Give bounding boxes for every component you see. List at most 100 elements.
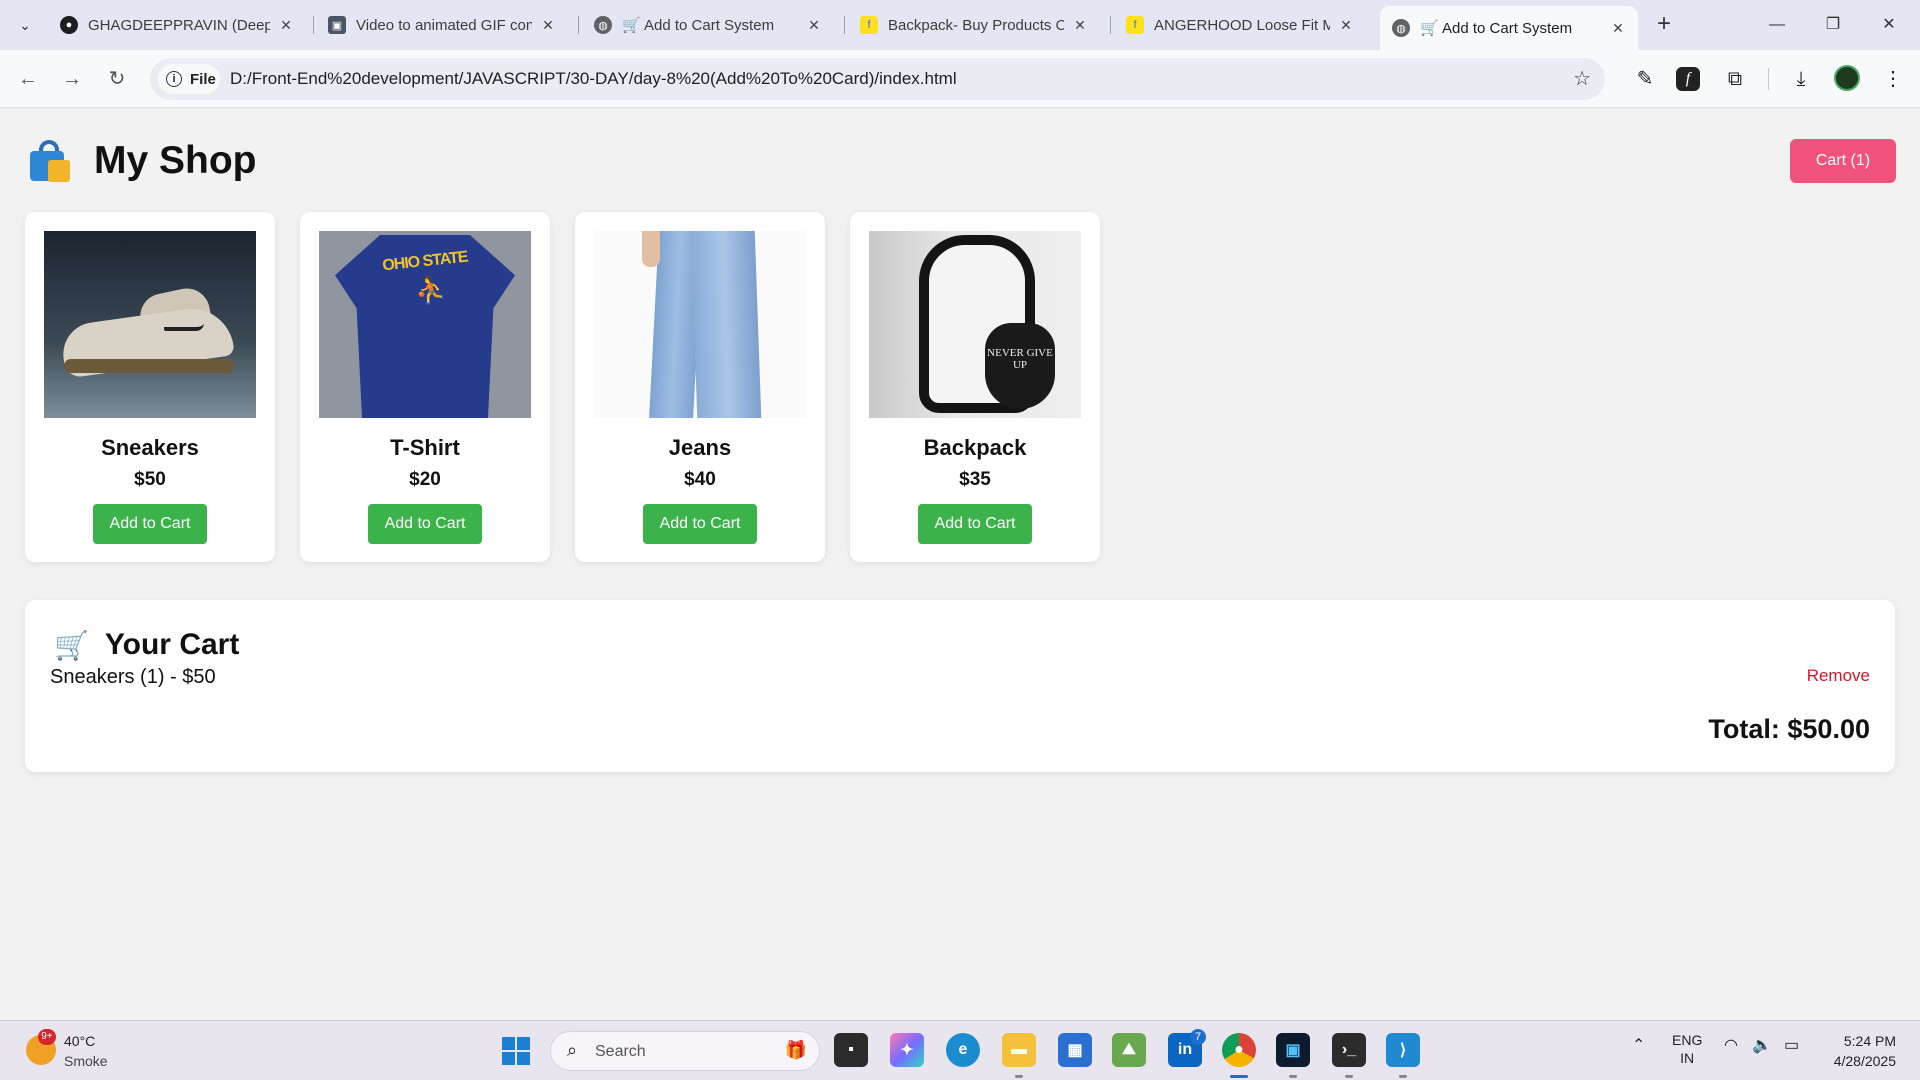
vscode-icon[interactable]: ⟩ <box>1386 1033 1420 1067</box>
product-image-sneakers <box>44 231 256 418</box>
product-price: $50 <box>134 469 166 490</box>
product-price: $20 <box>409 469 441 490</box>
tab-title: GHAGDEEPPRAVIN (Deep <box>88 16 270 34</box>
task-view-icon[interactable]: ▪ <box>834 1033 868 1067</box>
copilot-icon[interactable]: ✦ <box>890 1033 924 1067</box>
notification-badge: 9+ <box>38 1029 56 1045</box>
bookmark-star-icon[interactable]: ☆ <box>1573 66 1591 91</box>
region-code: IN <box>1680 1050 1695 1066</box>
globe-icon: ◍ <box>594 16 612 34</box>
ezgif-icon: ▣ <box>328 16 346 34</box>
product-price: $40 <box>684 469 716 490</box>
taskbar-search[interactable]: ⌕ Search 🎁 <box>550 1031 820 1071</box>
page-title: My Shop <box>94 139 257 182</box>
battery-icon[interactable]: ▭ <box>1784 1035 1799 1055</box>
clock-date: 4/28/2025 <box>1833 1053 1896 1069</box>
address-bar[interactable]: i File D:/Front-End%20development/JAVASC… <box>150 58 1605 100</box>
taskbar: 9+ 40°C Smoke ⌕ Search 🎁 ▪ ✦ e ▬ ▦ ⛰ in … <box>0 1020 1920 1080</box>
running-indicator <box>1289 1075 1297 1078</box>
shop-header: My Shop <box>28 139 257 183</box>
running-indicator <box>1015 1075 1023 1078</box>
page-viewport: My Shop Cart (1) Sneakers $50 Add to Car… <box>0 109 1920 1019</box>
running-indicator <box>1345 1075 1353 1078</box>
cart-header: 🛒 Your Cart <box>54 628 239 662</box>
tab-title: 🛒 Add to Cart System <box>1420 20 1573 37</box>
extensions-puzzle-icon[interactable]: ⧉ <box>1720 64 1750 94</box>
close-icon[interactable]: ✕ <box>278 17 294 34</box>
font-extension-icon[interactable]: f <box>1676 67 1700 91</box>
restore-icon: ❐ <box>1825 16 1841 33</box>
new-tab-button[interactable]: + <box>1650 10 1678 40</box>
product-name: T-Shirt <box>390 435 460 460</box>
product-grid: Sneakers $50 Add to Cart OHIO STATE ⛹ T-… <box>25 212 1100 562</box>
close-icon[interactable]: ✕ <box>1072 17 1088 34</box>
running-indicator <box>1399 1075 1407 1078</box>
add-to-cart-button[interactable]: Add to Cart <box>918 504 1032 544</box>
cart-total: Total: $50.00 <box>1708 714 1870 744</box>
menu-dots-icon[interactable]: ⋮ <box>1878 64 1908 94</box>
search-placeholder: Search <box>595 1043 646 1060</box>
product-name: Sneakers <box>101 435 199 460</box>
close-icon[interactable]: ✕ <box>540 17 556 34</box>
shopping-cart-icon: 🛒 <box>54 629 89 661</box>
start-button[interactable] <box>502 1037 530 1065</box>
close-icon: ✕ <box>1882 16 1896 33</box>
add-to-cart-button[interactable]: Add to Cart <box>643 504 757 544</box>
product-card-sneakers: Sneakers $50 Add to Cart <box>25 212 275 562</box>
command-prompt-icon[interactable]: ›_ <box>1332 1033 1366 1067</box>
tab-separator <box>313 16 314 34</box>
back-button[interactable]: ← <box>12 63 44 95</box>
file-explorer-icon[interactable]: ▬ <box>1002 1033 1036 1067</box>
close-icon[interactable]: ✕ <box>1610 20 1626 37</box>
tab-cart-system-active[interactable]: ◍ 🛒 Add to Cart System ✕ <box>1380 6 1638 50</box>
system-clock[interactable]: 5:24 PM 4/28/2025 <box>1834 1031 1896 1071</box>
forward-button[interactable]: → <box>56 63 88 95</box>
search-icon: ⌕ <box>567 1040 578 1060</box>
clock-time: 5:24 PM <box>1843 1033 1896 1049</box>
cart-button[interactable]: Cart (1) <box>1790 139 1896 183</box>
chrome-icon[interactable]: ● <box>1222 1033 1256 1067</box>
linkedin-badge: 7 <box>1190 1029 1206 1045</box>
minimize-icon: — <box>1769 16 1785 33</box>
browser-toolbar: ← → ↻ i File D:/Front-End%20development/… <box>0 50 1920 108</box>
tab-separator <box>844 16 845 34</box>
close-window-button[interactable]: ✕ <box>1864 8 1914 42</box>
language-indicator[interactable]: ENG IN <box>1672 1031 1702 1067</box>
github-icon: ● <box>60 16 78 34</box>
product-card-jeans: Jeans $40 Add to Cart <box>575 212 825 562</box>
url-text[interactable]: D:/Front-End%20development/JAVASCRIPT/30… <box>230 58 957 100</box>
backpack-print-text: NEVER GIVE UP <box>985 323 1055 409</box>
tab-flipkart-backpack[interactable]: f Backpack- Buy Products O ✕ <box>848 8 1100 42</box>
info-icon: i <box>166 71 182 87</box>
tab-flipkart-jeans[interactable]: f ANGERHOOD Loose Fit M ✕ <box>1114 8 1366 42</box>
microsoft-store-icon[interactable]: ▦ <box>1058 1033 1092 1067</box>
wifi-icon[interactable]: ◠ <box>1724 1035 1738 1055</box>
add-to-cart-button[interactable]: Add to Cart <box>368 504 482 544</box>
cart-title: Your Cart <box>104 628 240 661</box>
tab-github[interactable]: ● GHAGDEEPPRAVIN (Deep ✕ <box>48 8 306 42</box>
reload-button[interactable]: ↻ <box>101 63 133 95</box>
tab-ezgif[interactable]: ▣ Video to animated GIF con ✕ <box>316 8 568 42</box>
tab-cart-system[interactable]: ◍ 🛒 Add to Cart System ✕ <box>582 8 834 42</box>
add-to-cart-button[interactable]: Add to Cart <box>93 504 207 544</box>
edge-icon[interactable]: e <box>946 1033 980 1067</box>
remove-button[interactable]: Remove <box>1807 666 1870 686</box>
minimize-button[interactable]: — <box>1752 8 1802 42</box>
restore-button[interactable]: ❐ <box>1808 8 1858 42</box>
search-highlight-icon: 🎁 <box>784 1040 807 1060</box>
tab-title: Backpack- Buy Products O <box>888 16 1064 34</box>
close-icon[interactable]: ✕ <box>1338 17 1354 34</box>
close-icon[interactable]: ✕ <box>806 17 822 34</box>
volume-icon[interactable]: 🔈 <box>1752 1035 1772 1055</box>
chevron-up-icon[interactable]: ⌃ <box>1632 1035 1645 1055</box>
terminal-app-icon[interactable]: ▣ <box>1276 1033 1310 1067</box>
download-icon[interactable]: ⤓ <box>1786 64 1816 94</box>
profile-avatar[interactable] <box>1834 65 1860 91</box>
site-info-chip[interactable]: i File <box>158 64 220 94</box>
tab-search-button[interactable]: ⌄ <box>10 10 40 40</box>
flipkart-icon: f <box>1126 16 1144 34</box>
weather-temperature: 40°C <box>64 1033 96 1049</box>
eyedropper-icon[interactable]: ✎ <box>1630 64 1660 94</box>
tab-separator <box>578 16 579 34</box>
photos-app-icon[interactable]: ⛰ <box>1112 1033 1146 1067</box>
